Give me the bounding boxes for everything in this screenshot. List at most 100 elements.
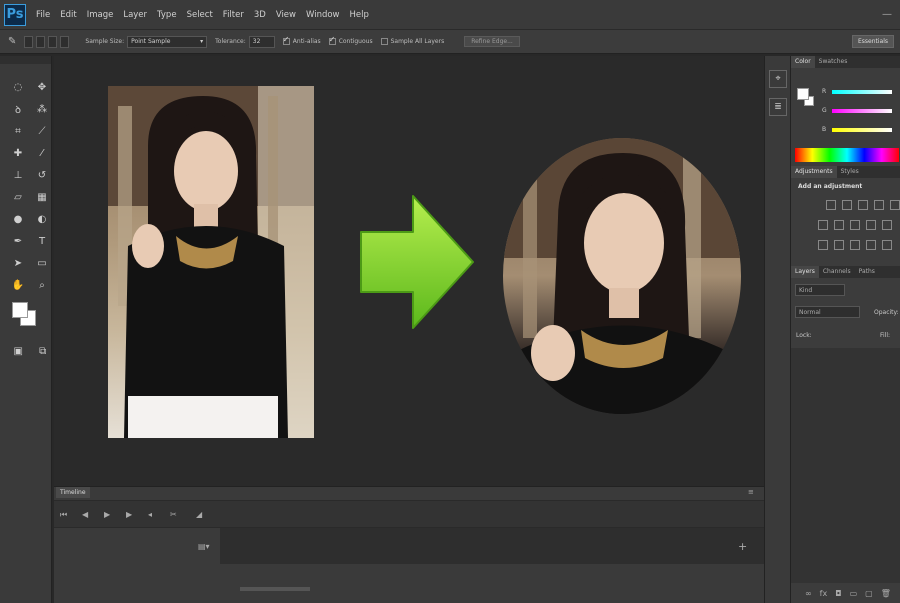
timeline-tab[interactable]: Timeline: [56, 487, 90, 498]
vibrance-icon[interactable]: [890, 200, 900, 210]
split-icon[interactable]: ✂: [170, 510, 177, 519]
dodge-icon[interactable]: ◐: [32, 210, 52, 228]
intersect-selection-icon[interactable]: [60, 35, 70, 48]
delete-layer-icon[interactable]: 🗑: [881, 589, 891, 598]
step-back-icon[interactable]: ◀: [82, 510, 88, 519]
layer-mask-icon[interactable]: ◘: [835, 589, 841, 598]
type-icon[interactable]: T: [32, 232, 52, 250]
green-slider[interactable]: [832, 109, 892, 113]
color-spectrum[interactable]: [795, 148, 899, 162]
foreground-color-swatch[interactable]: [12, 302, 28, 318]
layer-kind-filter[interactable]: Kind: [795, 284, 845, 296]
brush-icon[interactable]: ⁄: [32, 144, 52, 162]
new-layer-icon[interactable]: ▢: [865, 589, 873, 598]
new-group-icon[interactable]: ▭: [850, 589, 858, 598]
anti-alias-checkbox[interactable]: [282, 35, 290, 45]
tab-paths[interactable]: Paths: [855, 266, 879, 278]
link-layers-icon[interactable]: ∞: [805, 589, 812, 598]
hand-icon[interactable]: ✋: [8, 276, 28, 294]
history-brush-icon[interactable]: ↺: [32, 166, 52, 184]
lasso-icon[interactable]: ꝺ: [8, 100, 28, 118]
menu-image[interactable]: Image: [87, 10, 114, 20]
menu-file[interactable]: File: [36, 10, 50, 20]
menu-edit[interactable]: Edit: [60, 10, 76, 20]
red-slider[interactable]: [832, 90, 892, 94]
tab-adjustments[interactable]: Adjustments: [791, 166, 837, 178]
menu-help[interactable]: Help: [350, 10, 369, 20]
timeline-zoom-slider[interactable]: [240, 587, 310, 591]
pen-icon[interactable]: ✒: [8, 232, 28, 250]
threshold-icon[interactable]: [850, 240, 860, 250]
menu-view[interactable]: View: [276, 10, 296, 20]
brightness-icon[interactable]: [826, 200, 836, 210]
subtract-selection-icon[interactable]: [48, 35, 58, 48]
tab-channels[interactable]: Channels: [819, 266, 855, 278]
contiguous-checkbox[interactable]: [328, 35, 336, 45]
menu-layer[interactable]: Layer: [123, 10, 147, 20]
levels-icon[interactable]: [842, 200, 852, 210]
selection-mode-icons[interactable]: [24, 35, 70, 48]
menu-window[interactable]: Window: [306, 10, 340, 20]
menu-filter[interactable]: Filter: [223, 10, 244, 20]
blue-slider[interactable]: [832, 128, 892, 132]
menu-3d[interactable]: 3D: [254, 10, 266, 20]
blur-icon[interactable]: ●: [8, 210, 28, 228]
sample-all-layers-checkbox[interactable]: [380, 38, 388, 45]
refine-edge-button[interactable]: Refine Edge...: [464, 36, 520, 47]
stamp-icon[interactable]: ⊥: [8, 166, 28, 184]
posterize-icon[interactable]: [834, 240, 844, 250]
quick-mask-icon[interactable]: ▣: [10, 342, 27, 360]
add-selection-icon[interactable]: [36, 35, 46, 48]
tab-styles[interactable]: Styles: [837, 166, 863, 178]
properties-icon[interactable]: ≣: [769, 98, 787, 116]
color-panel-fg-swatch[interactable]: [797, 88, 809, 100]
film-strip-icon[interactable]: ▤▾: [198, 542, 210, 551]
magic-wand-icon[interactable]: ✎: [8, 36, 16, 47]
transition-icon[interactable]: ◢: [196, 510, 202, 519]
contiguous-option[interactable]: Contiguous: [328, 35, 373, 45]
marquee-icon[interactable]: ◌: [8, 78, 28, 96]
menu-select[interactable]: Select: [187, 10, 213, 20]
minimize-icon[interactable]: —: [882, 9, 892, 20]
anti-alias-option[interactable]: Anti-alias: [282, 35, 321, 45]
eyedropper-icon[interactable]: ⟋: [32, 122, 52, 140]
workspace-switcher[interactable]: Essentials: [851, 35, 894, 48]
blend-mode-select[interactable]: Normal: [795, 306, 860, 318]
timeline-track[interactable]: [220, 528, 764, 564]
step-forward-icon[interactable]: ▶: [126, 510, 132, 519]
panel-menu-icon[interactable]: ≡: [748, 488, 754, 496]
menu-type[interactable]: Type: [157, 10, 177, 20]
path-select-icon[interactable]: ➤: [8, 254, 28, 272]
channel-mixer-icon[interactable]: [882, 220, 892, 230]
gradient-icon[interactable]: ▦: [32, 188, 52, 206]
move-icon[interactable]: ✥: [32, 78, 52, 96]
audio-icon[interactable]: ◂: [148, 510, 152, 519]
zoom-icon[interactable]: ⌕: [32, 276, 52, 294]
color-swatches[interactable]: [10, 300, 51, 334]
photo-filter-icon[interactable]: [866, 220, 876, 230]
history-icon[interactable]: ⌖: [769, 70, 787, 88]
magic-wand-tool-icon[interactable]: ⁂: [32, 100, 52, 118]
sample-all-layers-option[interactable]: Sample All Layers: [380, 38, 444, 45]
healing-brush-icon[interactable]: ✚: [8, 144, 28, 162]
new-selection-icon[interactable]: [24, 35, 34, 48]
tab-layers[interactable]: Layers: [791, 266, 819, 278]
curves-icon[interactable]: [858, 200, 868, 210]
go-to-first-frame-icon[interactable]: ⏮: [60, 510, 67, 520]
sample-size-select[interactable]: Point Sample ▾: [127, 35, 208, 48]
shape-icon[interactable]: ▭: [32, 254, 52, 272]
eraser-icon[interactable]: ▱: [8, 188, 28, 206]
exposure-icon[interactable]: [874, 200, 884, 210]
black-white-icon[interactable]: [850, 220, 860, 230]
color-balance-icon[interactable]: [834, 220, 844, 230]
selective-color-icon[interactable]: [866, 240, 876, 250]
invert-icon[interactable]: [818, 240, 828, 250]
layer-style-icon[interactable]: fx: [820, 589, 828, 598]
layers-list[interactable]: [791, 348, 900, 583]
tolerance-input[interactable]: 32: [248, 35, 275, 48]
gradient-map-icon[interactable]: [882, 240, 892, 250]
tab-swatches[interactable]: Swatches: [815, 56, 852, 68]
crop-icon[interactable]: ⌗: [8, 122, 28, 140]
tab-color[interactable]: Color: [791, 56, 815, 68]
play-icon[interactable]: ▶: [104, 510, 110, 519]
